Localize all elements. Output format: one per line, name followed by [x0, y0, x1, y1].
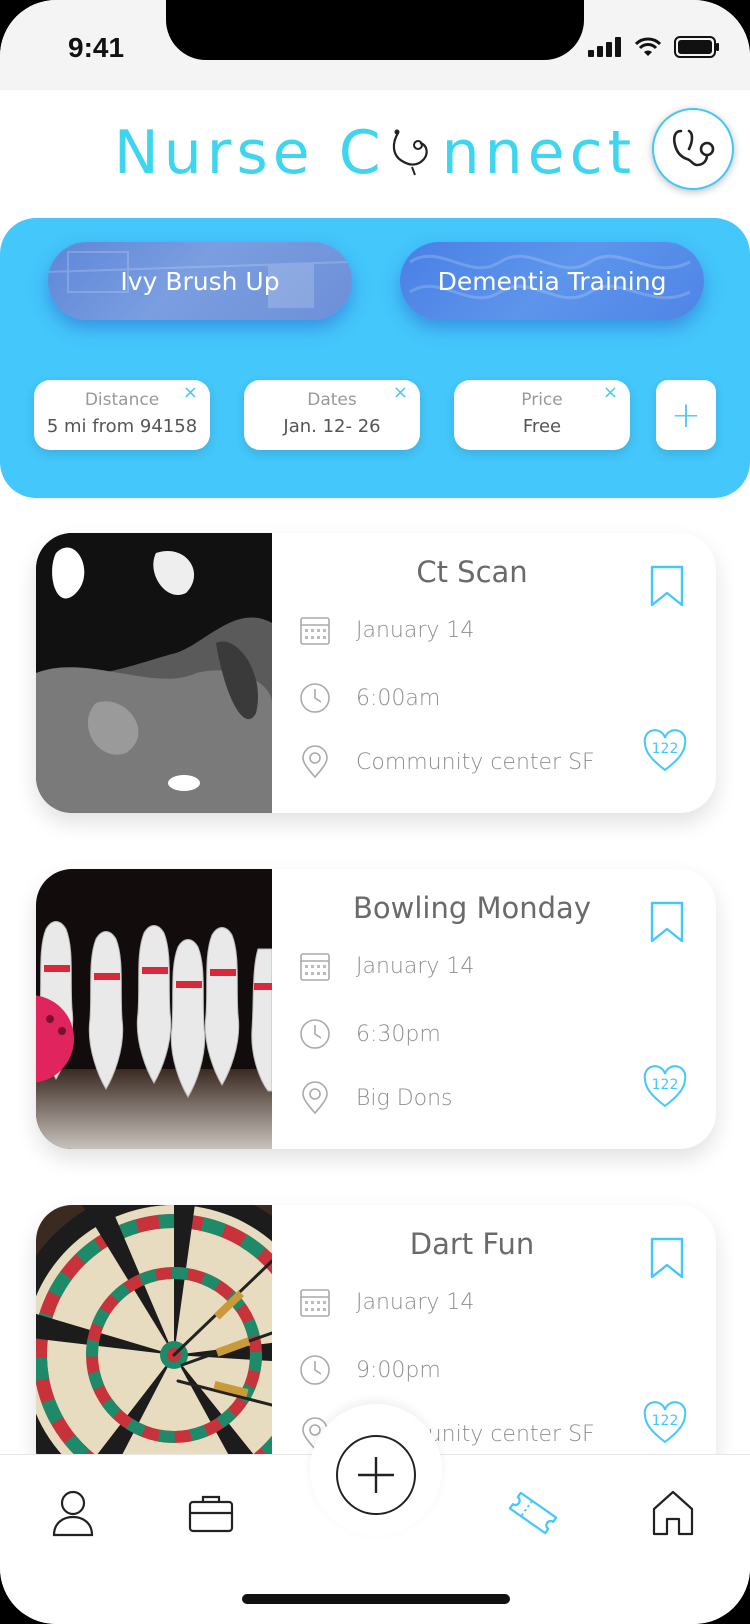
briefcase-icon — [188, 1495, 234, 1533]
ticket-icon — [508, 1491, 558, 1535]
clock-icon — [300, 1355, 330, 1385]
filter-chip-price[interactable]: × Price Free — [454, 380, 630, 450]
location-pin-icon — [302, 745, 328, 779]
bookmark-icon[interactable] — [650, 1237, 684, 1279]
app-title: Nurse C nnect — [0, 118, 750, 188]
event-image-ct-scan — [36, 533, 272, 813]
event-title: Bowling Monday — [353, 891, 591, 925]
home-icon — [652, 1490, 694, 1536]
event-date-row: January 14 — [298, 1285, 474, 1319]
battery-icon — [674, 36, 719, 58]
status-icons — [588, 36, 720, 58]
filter-value: Free — [522, 416, 562, 437]
wifi-icon — [634, 37, 662, 56]
status-bar: 9:41 — [0, 0, 750, 90]
notch — [166, 0, 584, 60]
add-filter-button[interactable]: + — [656, 380, 716, 450]
clock-icon — [300, 1019, 330, 1049]
filter-chip-dates[interactable]: × Dates Jan. 12- 26 — [244, 380, 420, 450]
filter-chip-distance[interactable]: × Distance 5 mi from 94158 — [34, 380, 210, 450]
event-image-darts — [36, 1205, 272, 1485]
calendar-icon — [300, 1289, 330, 1317]
event-time: 6:00am — [356, 685, 441, 711]
clock-icon — [300, 683, 330, 713]
like-count: 122 — [651, 1077, 679, 1093]
calendar-icon — [300, 953, 330, 981]
signal-icon — [588, 37, 621, 57]
filter-value: Jan. 12- 26 — [283, 416, 381, 437]
event-date: January 14 — [356, 953, 475, 979]
event-image-bowling — [36, 869, 272, 1149]
stethoscope-button[interactable] — [652, 108, 734, 190]
event-date-row: January 14 — [298, 949, 474, 983]
event-time-row: 6:00am — [298, 681, 440, 715]
nav-jobs[interactable] — [186, 1488, 236, 1538]
home-indicator — [242, 1594, 510, 1604]
close-icon[interactable]: × — [393, 382, 408, 403]
event-location-row: Big Dons — [298, 1081, 453, 1115]
bookmark-icon[interactable] — [650, 901, 684, 943]
app-title-prefix: Nurse C — [113, 118, 386, 188]
like-count: 122 — [651, 741, 679, 757]
topic-pill-dementia-training[interactable]: Dementia Training — [400, 242, 704, 320]
nav-home[interactable] — [648, 1488, 698, 1538]
phone-screen: 9:41 Nurse C nnect Ivy Brush Up Dementia… — [0, 0, 750, 1624]
nav-profile[interactable] — [48, 1488, 98, 1538]
filter-value: 5 mi from 94158 — [46, 416, 198, 437]
topic-label: Ivy Brush Up — [120, 266, 280, 296]
nav-tickets[interactable] — [508, 1488, 558, 1538]
event-date: January 14 — [356, 617, 475, 643]
event-time-row: 6:30pm — [298, 1017, 441, 1051]
close-icon[interactable]: × — [183, 382, 198, 403]
calendar-icon — [300, 617, 330, 645]
location-pin-icon — [302, 1081, 328, 1115]
event-location: Community center SF — [356, 749, 595, 775]
app-title-suffix: nnect — [441, 118, 637, 188]
stethoscope-icon — [672, 129, 715, 167]
stethoscope-o-icon — [392, 129, 428, 176]
event-location-row: Community center SF — [298, 745, 595, 779]
bookmark-icon[interactable] — [650, 565, 684, 607]
event-card[interactable]: Ct Scan January 14 6:00am Community cent… — [36, 533, 716, 813]
like-count: 122 — [651, 1413, 679, 1429]
event-location: Big Dons — [356, 1085, 453, 1111]
add-icon — [358, 1457, 394, 1493]
event-card[interactable]: Bowling Monday January 14 6:30pm Big Don… — [36, 869, 716, 1149]
event-date-row: January 14 — [298, 613, 474, 647]
event-title: Dart Fun — [409, 1227, 535, 1261]
event-time: 6:30pm — [356, 1021, 441, 1047]
profile-icon — [52, 1490, 94, 1537]
event-time-row: 9:00pm — [298, 1353, 441, 1387]
filter-panel: Ivy Brush Up Dementia Training × Distanc… — [0, 218, 750, 498]
close-icon[interactable]: × — [603, 382, 618, 403]
topic-pill-ivy-brush-up[interactable]: Ivy Brush Up — [48, 242, 352, 320]
add-button[interactable] — [336, 1435, 416, 1515]
status-time: 9:41 — [68, 32, 125, 63]
topic-label: Dementia Training — [437, 266, 667, 296]
event-time: 9:00pm — [356, 1357, 441, 1383]
event-date: January 14 — [356, 1289, 475, 1315]
event-title: Ct Scan — [416, 555, 528, 589]
